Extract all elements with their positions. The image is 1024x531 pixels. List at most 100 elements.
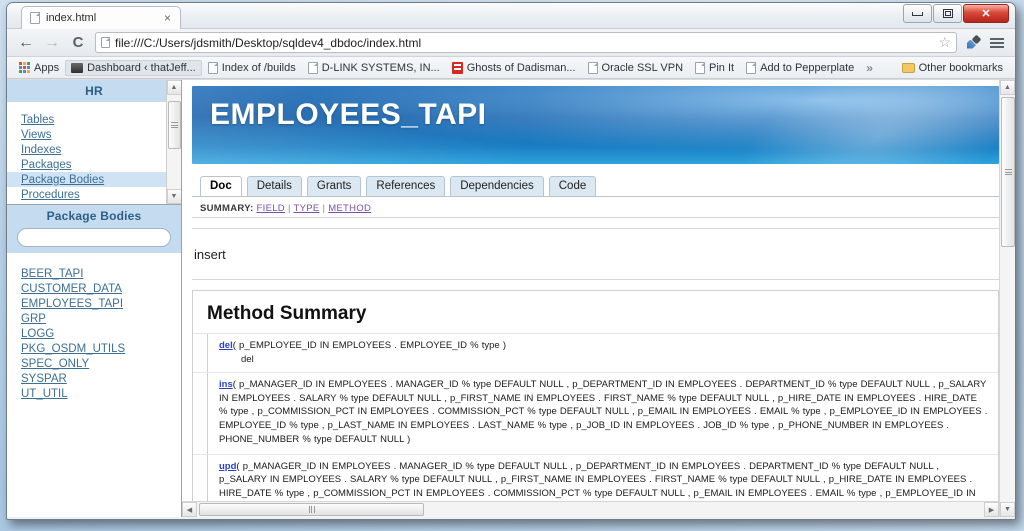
- scroll-down-icon[interactable]: ▼: [166, 189, 181, 204]
- minimize-icon: [912, 11, 923, 16]
- summary-link-field[interactable]: FIELD: [257, 203, 285, 214]
- object-search-wrapper: [7, 227, 181, 253]
- address-bar-url: file:///C:/Users/jdsmith/Desktop/sqldev4…: [115, 35, 422, 50]
- summary-links-bar: SUMMARY: FIELD | TYPE | METHOD: [192, 201, 999, 218]
- list-item-ut-util[interactable]: UT_UTIL: [21, 387, 181, 402]
- list-item-beer-tapi[interactable]: BEER_TAPI: [21, 267, 181, 282]
- object-list: BEER_TAPI CUSTOMER_DATA EMPLOYEES_TAPI G…: [7, 253, 181, 402]
- bookmark-ghosts-of-dadisman[interactable]: Ghosts of Dadisman...: [446, 60, 582, 76]
- scroll-left-icon[interactable]: ◀: [182, 502, 197, 517]
- grip-icon: [1004, 169, 1012, 175]
- list-item-customer-data[interactable]: CUSTOMER_DATA: [21, 282, 181, 297]
- method-signature-text: ( p_MANAGER_ID IN EMPLOYEES . MANAGER_ID…: [219, 378, 988, 445]
- method-link-upd[interactable]: upd: [219, 461, 236, 472]
- method-signature-text: ( p_EMPLOYEE_ID IN EMPLOYEES . EMPLOYEE_…: [232, 340, 506, 351]
- bookmarks-bar: Apps Dashboard ‹ thatJeff... Index of /b…: [7, 57, 1015, 79]
- object-panel-title: Package Bodies: [7, 205, 181, 227]
- bookmark-add-to-pepperplate[interactable]: Add to Pepperplate: [740, 60, 860, 76]
- method-link-del[interactable]: del: [219, 340, 233, 351]
- main-content: EMPLOYEES_TAPI Doc Details Grants Refere…: [182, 80, 1015, 517]
- scroll-up-icon[interactable]: ▲: [1000, 80, 1015, 95]
- schema-panel: HR Tables Views Indexes Packages Package…: [7, 80, 181, 205]
- page-icon: [746, 61, 757, 74]
- summary-link-method[interactable]: METHOD: [328, 203, 371, 214]
- tab-references[interactable]: References: [366, 176, 446, 196]
- scrollbar-track[interactable]: [166, 95, 181, 189]
- tab-grants[interactable]: Grants: [306, 176, 362, 196]
- sidebar-item-views[interactable]: Views: [21, 127, 181, 142]
- bookmark-label: Dashboard ‹ thatJeff...: [87, 61, 196, 74]
- tab-code[interactable]: Code: [548, 176, 597, 196]
- tab-dependencies[interactable]: Dependencies: [450, 176, 544, 196]
- method-description: del: [241, 353, 254, 365]
- scrollbar-track[interactable]: [197, 502, 984, 517]
- method-row-bar: [207, 372, 215, 454]
- summary-separator: |: [322, 203, 326, 214]
- scrollbar-thumb[interactable]: [1001, 97, 1015, 247]
- bookmark-label: Apps: [34, 61, 60, 74]
- list-item-logg[interactable]: LOGG: [21, 327, 181, 342]
- bookmark-other-bookmarks[interactable]: Other bookmarks: [896, 60, 1009, 76]
- browser-window: index.html × ✕ ← → C file:///C:/Users/jd…: [6, 2, 1016, 520]
- maximize-button[interactable]: [933, 4, 962, 23]
- star-icon[interactable]: ☆: [938, 34, 951, 51]
- schema-panel-title: HR: [7, 80, 181, 102]
- page-viewport: HR Tables Views Indexes Packages Package…: [7, 79, 1015, 517]
- bookmark-index-of-builds[interactable]: Index of /builds: [202, 60, 302, 76]
- list-item-employees-tapi[interactable]: EMPLOYEES_TAPI: [21, 297, 181, 312]
- scrollbar-thumb[interactable]: [199, 503, 424, 516]
- bookmarks-overflow-button[interactable]: »: [860, 61, 879, 75]
- tab-details[interactable]: Details: [246, 176, 302, 196]
- scrollbar-thumb[interactable]: [167, 101, 181, 149]
- sidebar-item-packages[interactable]: Packages: [21, 157, 181, 172]
- bookmark-label: Pin It: [709, 61, 735, 74]
- sidebar-item-indexes[interactable]: Indexes: [21, 142, 181, 157]
- list-item-grp[interactable]: GRP: [21, 312, 181, 327]
- bookmark-label: D-LINK SYSTEMS, IN...: [321, 61, 440, 74]
- sidebar: HR Tables Views Indexes Packages Package…: [7, 80, 182, 517]
- schema-panel-scrollbar[interactable]: ▲ ▼: [166, 80, 181, 204]
- window-controls: ✕: [902, 4, 1009, 23]
- method-summary-heading: Method Summary: [207, 303, 367, 324]
- back-button[interactable]: ←: [13, 31, 39, 55]
- page-title: EMPLOYEES_TAPI: [210, 98, 487, 131]
- bookmark-oracle-ssl-vpn[interactable]: Oracle SSL VPN: [582, 60, 690, 76]
- page-horizontal-scrollbar[interactable]: ◀ ▶: [182, 501, 999, 517]
- bookmark-dlink[interactable]: D-LINK SYSTEMS, IN...: [302, 60, 446, 76]
- summary-link-type[interactable]: TYPE: [294, 203, 320, 214]
- object-panel: Package Bodies BEER_TAPI CUSTOMER_DATA E…: [7, 205, 181, 402]
- sidebar-item-procedures[interactable]: Procedures: [21, 187, 181, 202]
- minimize-button[interactable]: [903, 4, 932, 23]
- close-tab-icon[interactable]: ×: [164, 12, 171, 24]
- bookmark-label: Oracle SSL VPN: [601, 61, 684, 74]
- scrollbar-track[interactable]: [1000, 95, 1015, 502]
- bookmark-apps[interactable]: Apps: [13, 60, 65, 76]
- scroll-right-icon[interactable]: ▶: [984, 502, 999, 517]
- close-window-button[interactable]: ✕: [963, 4, 1009, 23]
- eyedropper-button[interactable]: [961, 31, 985, 55]
- page-icon: [587, 61, 598, 74]
- list-item-syspar[interactable]: SYSPAR: [21, 372, 181, 387]
- method-link-ins[interactable]: ins: [219, 379, 233, 390]
- list-item-spec-only[interactable]: SPEC_ONLY: [21, 357, 181, 372]
- method-row: del( p_EMPLOYEE_ID IN EMPLOYEES . EMPLOY…: [193, 333, 998, 372]
- object-search-input[interactable]: [17, 227, 171, 247]
- browser-menu-button[interactable]: [985, 31, 1009, 55]
- scroll-up-icon[interactable]: ▲: [166, 80, 181, 95]
- reload-button[interactable]: C: [65, 31, 91, 55]
- forward-button[interactable]: →: [39, 31, 65, 55]
- method-signature: ins( p_MANAGER_ID IN EMPLOYEES . MANAGER…: [219, 378, 988, 447]
- sidebar-item-tables[interactable]: Tables: [21, 112, 181, 127]
- bookmark-pin-it[interactable]: Pin It: [689, 60, 740, 76]
- bookmark-label: Ghosts of Dadisman...: [466, 61, 576, 74]
- browser-tab[interactable]: index.html ×: [21, 6, 181, 29]
- bookmark-dashboard[interactable]: Dashboard ‹ thatJeff...: [65, 59, 202, 76]
- tab-doc[interactable]: Doc: [200, 176, 242, 196]
- sidebar-item-package-bodies[interactable]: Package Bodies: [7, 172, 181, 187]
- list-item-pkg-osdm-utils[interactable]: PKG_OSDM_UTILS: [21, 342, 181, 357]
- page-vertical-scrollbar[interactable]: ▲ ▼: [999, 80, 1015, 517]
- scroll-down-icon[interactable]: ▼: [1000, 502, 1015, 517]
- content-tabs: Doc Details Grants References Dependenci…: [192, 176, 999, 197]
- doc-description-box: insert: [192, 228, 999, 280]
- address-bar[interactable]: file:///C:/Users/jdsmith/Desktop/sqldev4…: [95, 32, 957, 53]
